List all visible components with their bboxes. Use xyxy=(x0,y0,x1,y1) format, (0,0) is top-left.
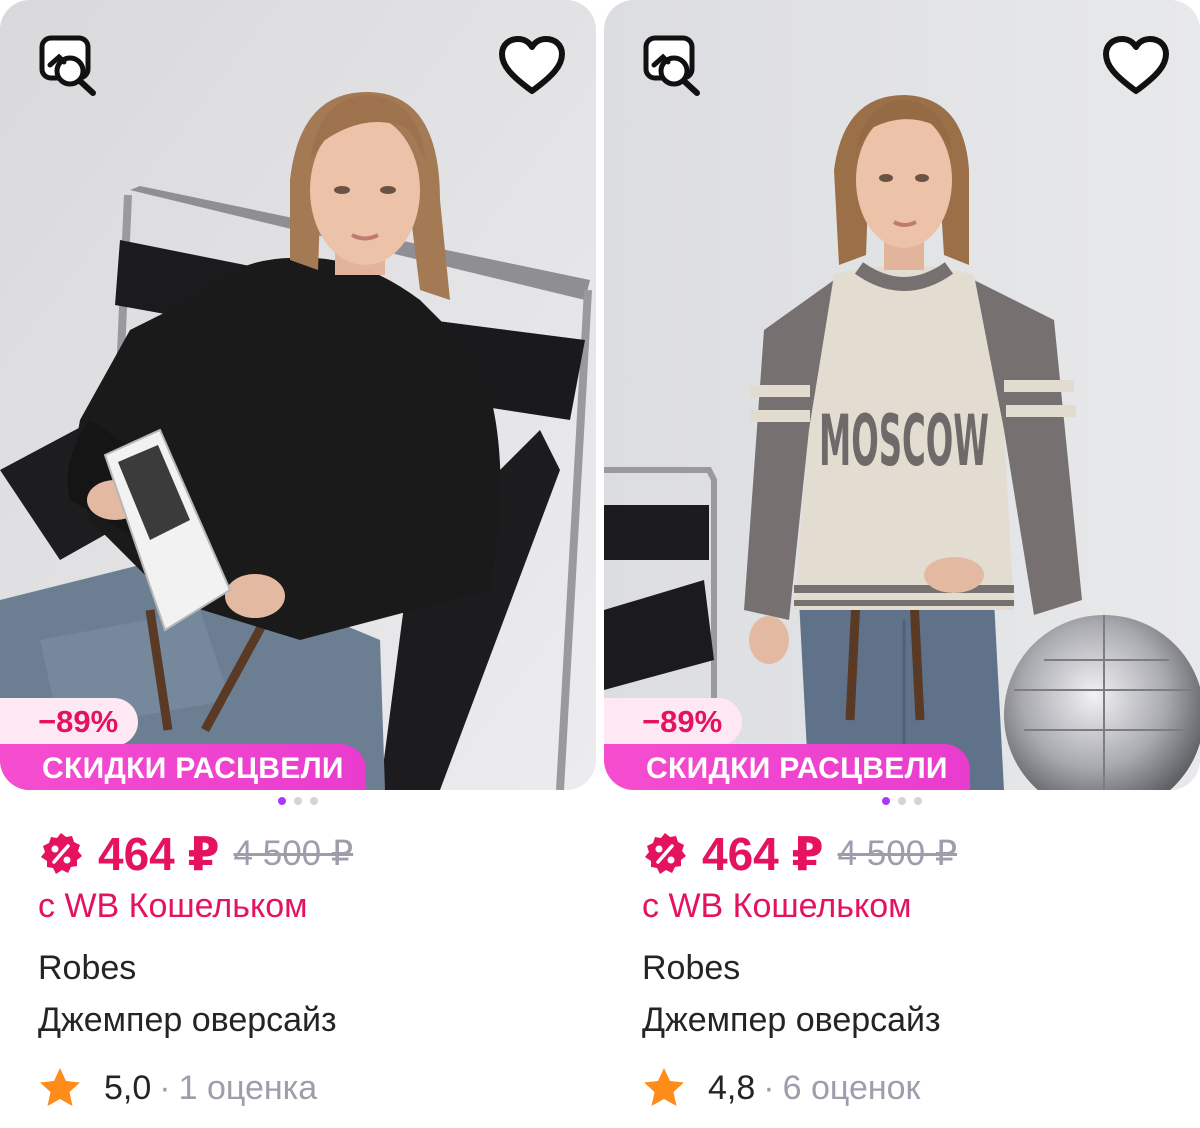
pagination-dot[interactable] xyxy=(898,797,906,805)
wallet-discount-icon xyxy=(645,833,686,874)
photo-pagination[interactable] xyxy=(0,797,596,805)
favorite-button[interactable] xyxy=(496,30,568,102)
wallet-note: с WB Кошельком xyxy=(38,887,308,925)
current-price: 464 ₽ xyxy=(98,828,220,880)
product-photo[interactable]: −89% СКИДКИ РАСЦВЕЛИ xyxy=(0,0,596,790)
old-price: 4 500 ₽ xyxy=(837,834,958,873)
review-count[interactable]: 1 оценка xyxy=(179,1069,318,1108)
promo-badge: СКИДКИ РАСЦВЕЛИ xyxy=(604,744,970,790)
wallet-note: с WB Кошельком xyxy=(642,887,912,925)
search-photo-icon xyxy=(643,35,700,96)
star-icon xyxy=(40,1068,80,1106)
pagination-dot[interactable] xyxy=(310,797,318,805)
heart-icon xyxy=(499,36,565,94)
model-photo-black-sweater xyxy=(0,0,596,790)
photo-search-button[interactable] xyxy=(638,30,710,102)
rating-value: 5,0 xyxy=(104,1068,152,1107)
rating-value: 4,8 xyxy=(708,1068,756,1107)
separator: · xyxy=(159,1068,171,1107)
rating-row: 5,0 · 1 оценка xyxy=(38,1064,317,1112)
pagination-dot-active[interactable] xyxy=(278,797,286,805)
product-card[interactable]: MOSCOW −89% СКИДКИ РАСЦВЕЛИ 464 ₽ 4 500 … xyxy=(604,0,1200,1128)
product-title[interactable]: Джемпер оверсайз xyxy=(642,998,941,1042)
separator: · xyxy=(763,1068,775,1107)
price-row: 464 ₽ 4 500 ₽ xyxy=(38,826,353,882)
promo-badge: СКИДКИ РАСЦВЕЛИ xyxy=(0,744,366,790)
favorite-button[interactable] xyxy=(1100,30,1172,102)
star-icon xyxy=(644,1068,684,1106)
product-card[interactable]: −89% СКИДКИ РАСЦВЕЛИ 464 ₽ 4 500 ₽ с WB … xyxy=(0,0,596,1128)
pagination-dot[interactable] xyxy=(914,797,922,805)
rating-row: 4,8 · 6 оценок xyxy=(642,1064,920,1112)
heart-icon xyxy=(1103,36,1169,94)
search-photo-icon xyxy=(39,35,96,96)
pagination-dot-active[interactable] xyxy=(882,797,890,805)
old-price: 4 500 ₽ xyxy=(233,834,354,873)
current-price: 464 ₽ xyxy=(702,828,824,880)
discount-badge: −89% xyxy=(0,698,139,746)
model-photo-moscow-sweater: MOSCOW xyxy=(604,0,1200,790)
pagination-dot[interactable] xyxy=(294,797,302,805)
brand-name[interactable]: Robes xyxy=(38,946,136,990)
brand-name[interactable]: Robes xyxy=(642,946,740,990)
review-count[interactable]: 6 оценок xyxy=(783,1069,921,1108)
sweater-print: MOSCOW xyxy=(819,400,989,482)
price-row: 464 ₽ 4 500 ₽ xyxy=(642,826,957,882)
photo-search-button[interactable] xyxy=(34,30,106,102)
discount-badge: −89% xyxy=(604,698,743,746)
product-photo[interactable]: MOSCOW −89% СКИДКИ РАСЦВЕЛИ xyxy=(604,0,1200,790)
photo-pagination[interactable] xyxy=(604,797,1200,805)
product-title[interactable]: Джемпер оверсайз xyxy=(38,998,337,1042)
wallet-discount-icon xyxy=(41,833,82,874)
